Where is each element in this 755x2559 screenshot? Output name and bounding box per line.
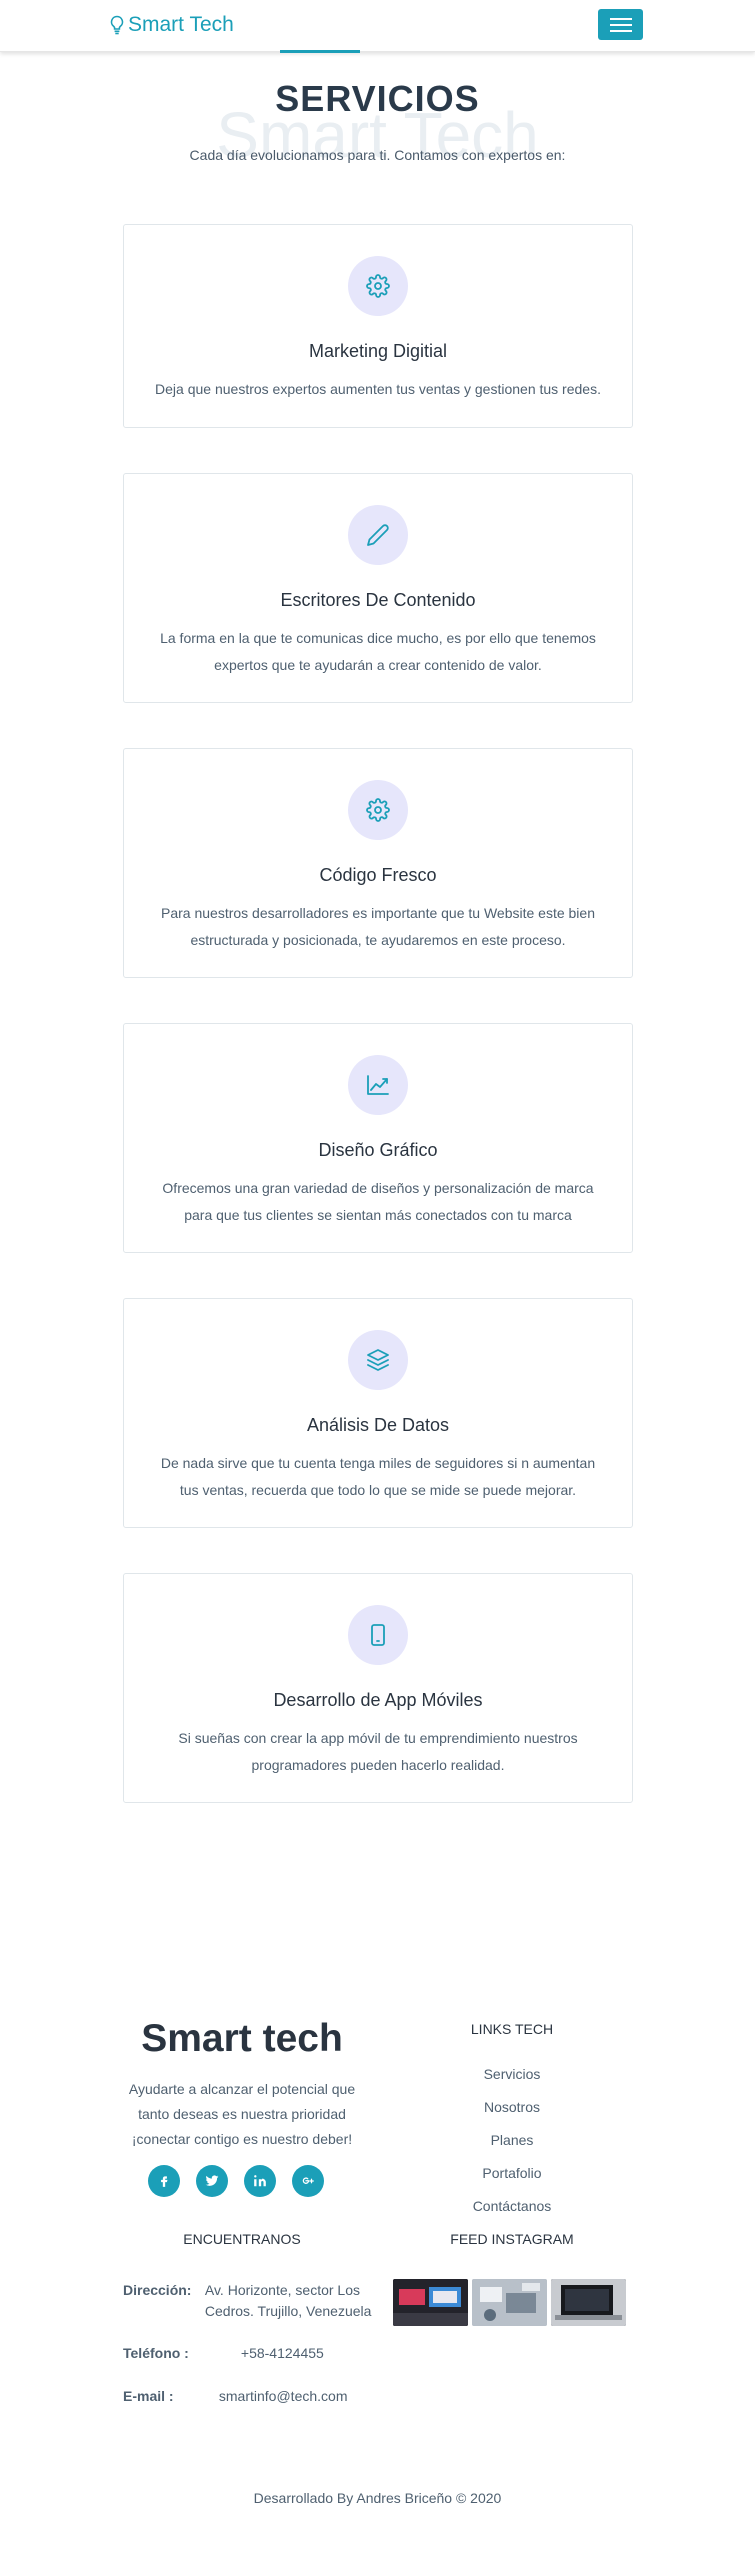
phone-value: +58-4124455 [240, 2345, 324, 2361]
footer-link-nosotros[interactable]: Nosotros [484, 2099, 540, 2115]
navbar: Smart Tech [0, 0, 755, 52]
footer-link-portafolio[interactable]: Portafolio [482, 2165, 541, 2181]
service-card: Escritores De Contenido La forma en la q… [123, 473, 633, 703]
footer-links: Servicios Nosotros Planes Portafolio Con… [412, 2066, 612, 2231]
instagram-thumbnail[interactable] [551, 2279, 626, 2326]
email-row: E-mail : smartinfo@tech.com [123, 2386, 347, 2407]
chart-line-icon [348, 1055, 408, 1115]
service-title: Diseño Gráfico [318, 1140, 438, 1160]
footer-tagline: Ayudarte a alcanzar el potencial que tan… [128, 2081, 356, 2147]
brand-name: Smart Tech [128, 13, 234, 36]
service-description: De nada sirve que tu cuenta tenga miles … [160, 1455, 596, 1498]
footer-brand: Smart tech [141, 2017, 343, 2060]
service-description: Ofrecemos una gran variedad de diseños y… [162, 1180, 594, 1223]
service-description: Deja que nuestros expertos aumenten tus … [155, 381, 601, 397]
gear-icon [348, 780, 408, 840]
email-value: smartinfo@tech.com [218, 2388, 348, 2404]
service-card: Código Fresco Para nuestros desarrollado… [123, 748, 633, 978]
gear-icon [348, 256, 408, 316]
address-label: Dirección: [123, 2282, 192, 2298]
lightbulb-icon [110, 15, 124, 35]
phone-label: Teléfono : [123, 2345, 189, 2361]
brand-logo-link[interactable]: Smart Tech [109, 13, 234, 37]
service-card: Marketing Digitial Deja que nuestros exp… [123, 224, 633, 428]
phone-row: Teléfono : +58-4124455 [123, 2343, 324, 2364]
instagram-feed-title: FEED INSTAGRAM [450, 2231, 574, 2247]
find-us-title: ENCUENTRANOS [183, 2231, 301, 2247]
footer-link-planes[interactable]: Planes [491, 2132, 534, 2148]
service-card: Desarrollo de App Móviles Si sueñas con … [123, 1573, 633, 1803]
footer-link-contactanos[interactable]: Contáctanos [473, 2198, 552, 2214]
address-row: Dirección: Av. Horizonte, sector Los Ced… [123, 2280, 371, 2322]
service-title: Desarrollo de App Móviles [273, 1690, 483, 1710]
service-title: Escritores De Contenido [280, 590, 476, 610]
pencil-icon [348, 505, 408, 565]
address-value: Av. Horizonte, sector Los Cedros. Trujil… [204, 2282, 372, 2319]
layers-icon [348, 1330, 408, 1390]
tablet-icon [348, 1605, 408, 1665]
instagram-thumbnail[interactable] [472, 2279, 547, 2326]
links-title: LINKS TECH [470, 2021, 554, 2037]
services-title: SERVICIOS [275, 78, 480, 119]
service-description: Para nuestros desarrolladores es importa… [161, 905, 595, 948]
email-label: E-mail : [123, 2388, 174, 2404]
services-subtitle: Cada día evolucionamos para ti. Contamos… [189, 147, 566, 163]
service-title: Código Fresco [319, 865, 437, 885]
instagram-thumbnail[interactable] [393, 2279, 468, 2326]
menu-icon [609, 17, 632, 20]
menu-toggle-button[interactable] [598, 9, 643, 40]
facebook-icon[interactable] [148, 2165, 180, 2197]
service-title: Análisis De Datos [306, 1415, 450, 1435]
google-plus-icon[interactable] [292, 2165, 324, 2197]
service-card: Diseño Gráfico Ofrecemos una gran varied… [123, 1023, 633, 1253]
social-links [148, 2165, 324, 2197]
title-underline [280, 50, 360, 53]
services-header: Smart Tech SERVICIOS [0, 78, 755, 171]
twitter-icon[interactable] [196, 2165, 228, 2197]
linkedin-icon[interactable] [244, 2165, 276, 2197]
service-description: Si sueñas con crear la app móvil de tu e… [178, 1730, 578, 1773]
service-title: Marketing Digitial [308, 341, 448, 361]
service-description: La forma en la que te comunicas dice muc… [160, 630, 596, 673]
footer-link-servicios[interactable]: Servicios [484, 2066, 541, 2082]
copyright-text: Desarrollado By Andres Briceño © 2020 [253, 2490, 502, 2506]
service-card: Análisis De Datos De nada sirve que tu c… [123, 1298, 633, 1528]
